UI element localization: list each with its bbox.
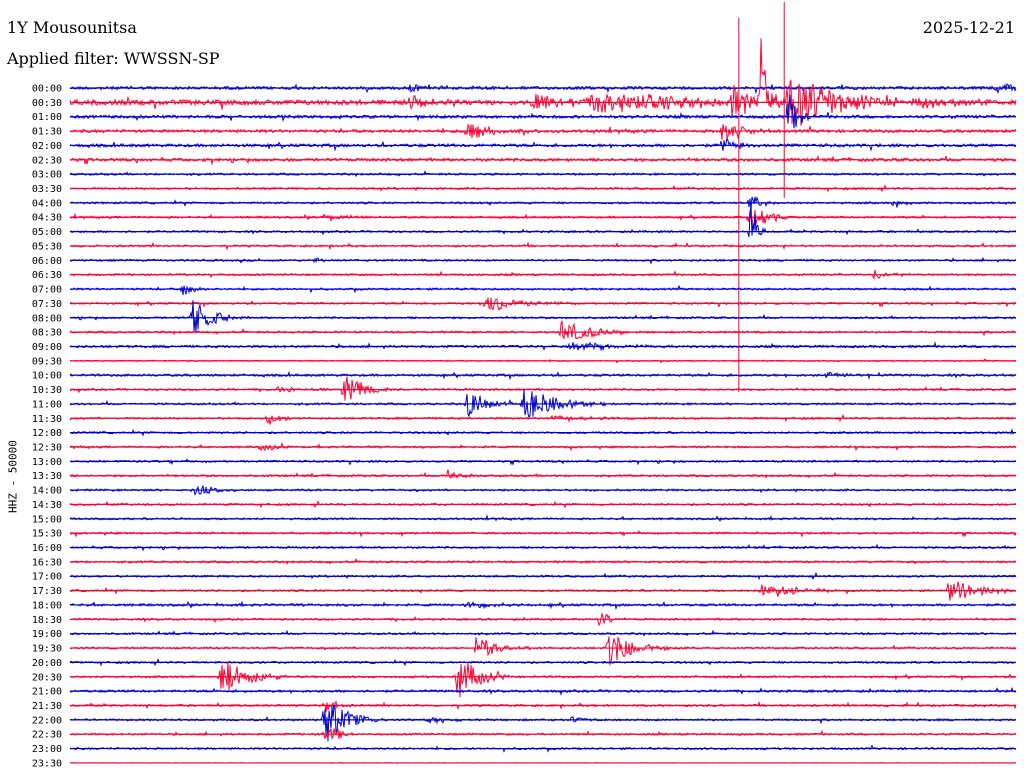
seismic-trace xyxy=(69,300,1017,332)
time-tick-label: 13:30 xyxy=(32,471,62,482)
time-tick-label: 14:30 xyxy=(32,500,62,511)
seismic-trace xyxy=(69,284,1017,296)
time-tick-label: 19:30 xyxy=(32,644,62,655)
time-tick-label: 06:00 xyxy=(32,256,62,267)
time-tick-label: 07:30 xyxy=(32,299,62,310)
time-tick-label: 19:00 xyxy=(32,629,62,640)
seismic-trace xyxy=(69,413,1017,425)
time-tick-label: 18:00 xyxy=(32,600,62,611)
time-tick-label: 11:00 xyxy=(32,399,62,410)
time-tick-label: 03:00 xyxy=(32,170,62,181)
time-tick-label: 14:00 xyxy=(32,486,62,497)
time-tick-label: 06:30 xyxy=(32,270,62,281)
time-tick-label: 16:00 xyxy=(32,543,62,554)
seismic-trace xyxy=(69,469,1017,479)
time-tick-label: 21:30 xyxy=(32,701,62,712)
seismic-trace xyxy=(69,123,1017,140)
time-tick-label: 12:00 xyxy=(32,428,62,439)
time-tick-label: 23:00 xyxy=(32,744,62,755)
time-tick-label: 00:00 xyxy=(32,84,62,95)
time-tick-label: 02:30 xyxy=(32,155,62,166)
time-tick-label: 15:00 xyxy=(32,514,62,525)
time-tick-label: 09:30 xyxy=(32,356,62,367)
time-tick-label: 01:00 xyxy=(32,112,62,123)
time-tick-label: 05:00 xyxy=(32,227,62,238)
time-tick-label: 18:30 xyxy=(32,615,62,626)
time-tick-label: 03:30 xyxy=(32,184,62,195)
time-tick-label: 17:00 xyxy=(32,572,62,583)
seismic-trace xyxy=(69,636,1017,667)
time-tick-label: 05:30 xyxy=(32,241,62,252)
time-tick-label: 22:00 xyxy=(32,715,62,726)
time-tick-label: 04:00 xyxy=(32,198,62,209)
time-tick-label: 09:00 xyxy=(32,342,62,353)
time-tick-label: 20:30 xyxy=(32,672,62,683)
time-tick-label: 10:00 xyxy=(32,371,62,382)
time-tick-label: 02:00 xyxy=(32,141,62,152)
time-tick-label: 07:00 xyxy=(32,285,62,296)
time-tick-label: 13:00 xyxy=(32,457,62,468)
time-tick-label: 00:30 xyxy=(32,98,62,109)
time-tick-label: 21:00 xyxy=(32,687,62,698)
time-tick-label: 22:30 xyxy=(32,730,62,741)
seismic-trace xyxy=(69,700,1017,713)
seismic-trace xyxy=(69,136,1017,152)
time-tick-label: 01:30 xyxy=(32,127,62,138)
time-tick-label: 17:30 xyxy=(32,586,62,597)
time-tick-label: 12:30 xyxy=(32,443,62,454)
time-tick-label: 11:30 xyxy=(32,414,62,425)
seismic-trace xyxy=(69,38,1017,126)
seismic-trace xyxy=(69,704,1017,742)
time-tick-label: 04:30 xyxy=(32,213,62,224)
seismogram-plot: 00:00 00:30 01:00 01:30 02:00 02:30 03:00 03:30… xyxy=(32,2,1017,769)
seismic-trace xyxy=(69,388,1017,419)
time-tick-label: 15:30 xyxy=(32,529,62,540)
time-tick-label: 23:30 xyxy=(32,758,62,769)
time-tick-label: 10:30 xyxy=(32,385,62,396)
time-tick-label: 08:00 xyxy=(32,313,62,324)
time-tick-label: 16:30 xyxy=(32,557,62,568)
time-tick-label: 08:30 xyxy=(32,328,62,339)
time-tick-label: 20:00 xyxy=(32,658,62,669)
